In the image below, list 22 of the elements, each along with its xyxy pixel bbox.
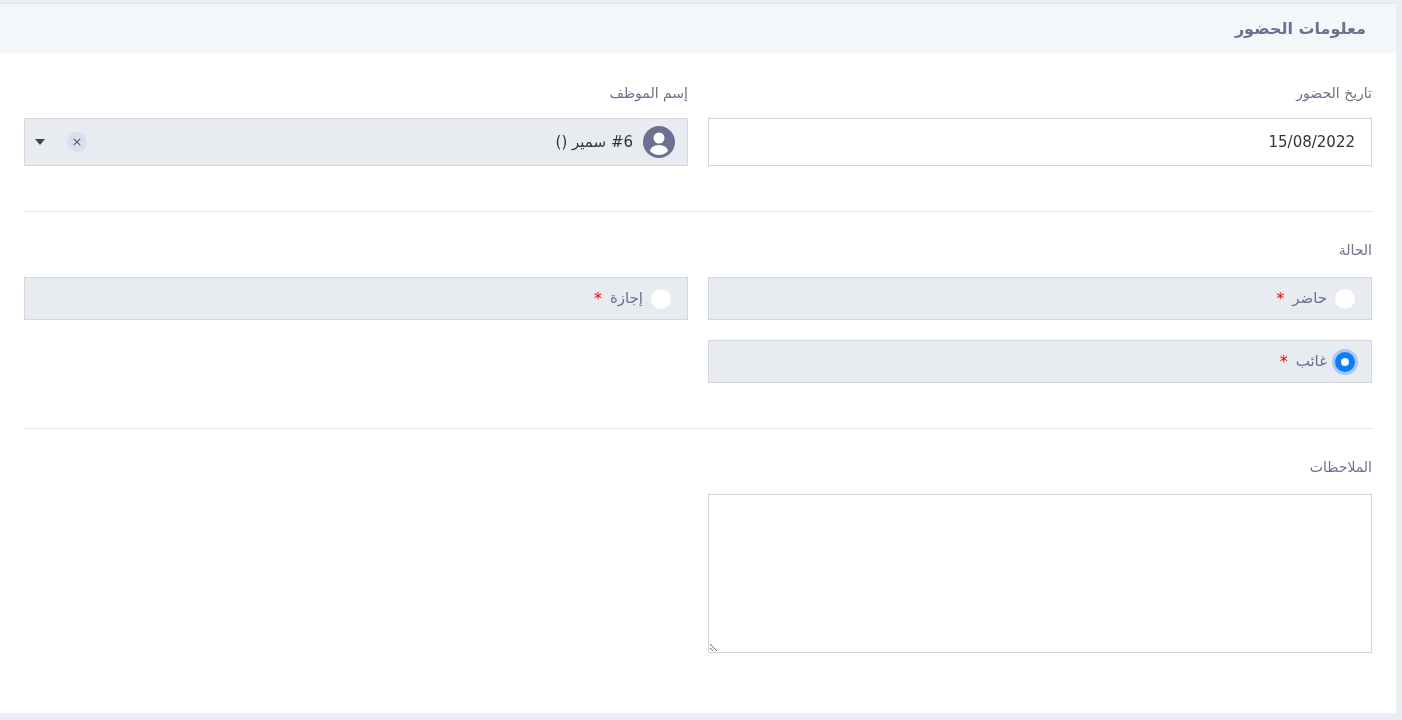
clear-button[interactable]: × (67, 132, 87, 152)
required-mark: * (1276, 287, 1285, 310)
radio-option[interactable]: غائب * (708, 340, 1372, 383)
required-mark: * (1279, 350, 1288, 373)
employee-select[interactable]: #6 سمير () × (24, 118, 688, 166)
caret-icon[interactable] (35, 139, 45, 145)
employee-name: #6 سمير () (554, 131, 633, 153)
option-label: حاضر (1292, 288, 1327, 310)
option-label: إجازة (609, 288, 643, 310)
notes-field[interactable] (708, 494, 1372, 653)
field-label: الملاحظات (1308, 458, 1372, 477)
radio-option[interactable]: حاضر * (708, 277, 1372, 320)
field-label: الحالة (1337, 241, 1372, 260)
user-avatar-icon (643, 126, 675, 158)
required-mark: * (593, 287, 602, 310)
field-label: تاريخ الحضور (1294, 84, 1372, 104)
option-label: غائب (1295, 351, 1327, 373)
date-field[interactable]: 15/08/2022 (708, 118, 1372, 166)
radio-option[interactable]: إجازة * (24, 277, 688, 320)
radio-button[interactable] (1335, 351, 1355, 372)
field-label: إسم الموظف (608, 84, 688, 104)
section-title: معلومات الحضور (1234, 17, 1366, 40)
